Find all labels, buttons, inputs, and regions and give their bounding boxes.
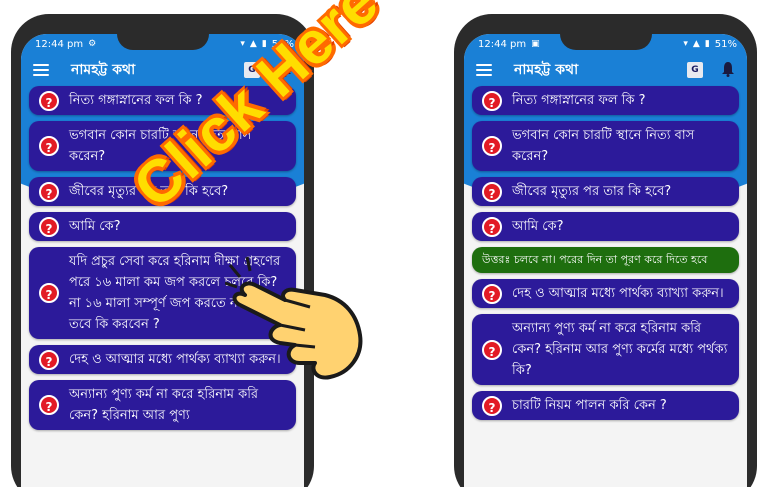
app-title: নামহট্ট কথা bbox=[514, 62, 579, 78]
question-card[interactable]: ? দেহ ও আত্মার মধ্যে পার্থক্য ব্যাখ্যা ক… bbox=[472, 279, 739, 308]
pointing-hand-icon bbox=[225, 256, 363, 380]
right-screen: 12:44 pm ▣ ▾ ▲ ▮ 51% নামহট্ট কথা G ? নিত্… bbox=[464, 34, 747, 487]
answer-text: উত্তরঃ চলবে না। পরের দিন তা পূরণ করে দিত… bbox=[482, 253, 708, 266]
question-card[interactable]: ? নিত্য গঙ্গাস্নানের ফল কি ? bbox=[472, 86, 739, 115]
question-text: আমি কে? bbox=[512, 219, 564, 234]
question-card[interactable]: ? চারটি নিয়ম পালন করি কেন ? bbox=[472, 391, 739, 420]
question-text: জীবের মৃত্যুর পর তার কি হবে? bbox=[512, 184, 672, 199]
camera-notch bbox=[559, 28, 652, 50]
battery-level: 51% bbox=[714, 38, 737, 50]
wifi-icon: ▾ bbox=[683, 39, 688, 49]
translate-icon[interactable]: G bbox=[687, 62, 703, 78]
question-list: ? নিত্য গঙ্গাস্নানের ফল কি ? ? ভগবান কোন চ… bbox=[464, 86, 747, 426]
question-text: অন্যান্য পুণ্য কর্ম না করে হরিনাম করি কে… bbox=[69, 387, 259, 423]
question-text: অন্যান্য পুণ্য কর্ম না করে হরিনাম করি কে… bbox=[512, 321, 728, 378]
menu-icon[interactable] bbox=[33, 64, 49, 76]
question-icon: ? bbox=[39, 181, 59, 202]
question-icon: ? bbox=[39, 395, 59, 415]
answer-card[interactable]: উত্তরঃ চলবে না। পরের দিন তা পূরণ করে দিত… bbox=[472, 247, 739, 273]
question-card[interactable]: ? ভগবান কোন চারটি স্থানে নিত্য বাস করেন? bbox=[472, 121, 739, 171]
question-icon: ? bbox=[482, 181, 502, 202]
question-icon: ? bbox=[482, 136, 502, 156]
question-icon: ? bbox=[482, 395, 502, 416]
question-text: আমি কে? bbox=[69, 219, 121, 234]
signal-icon: ▲ bbox=[692, 39, 700, 49]
question-text: নিত্য গঙ্গাস্নানের ফল কি ? bbox=[69, 93, 203, 108]
app-bar: নামহট্ট কথা G bbox=[464, 54, 747, 86]
app-title: নামহট্ট কথা bbox=[71, 62, 136, 78]
question-card[interactable]: ? আমি কে? bbox=[472, 212, 739, 241]
question-card[interactable]: ? অন্যান্য পুণ্য কর্ম না করে হরিনাম করি ক… bbox=[472, 314, 739, 385]
question-text: চারটি নিয়ম পালন করি কেন ? bbox=[512, 398, 667, 413]
question-text: দেহ ও আত্মার মধ্যে পার্থক্য ব্যাখ্যা করু… bbox=[512, 286, 724, 301]
status-app-icon: ⚙ bbox=[88, 39, 97, 49]
question-icon: ? bbox=[39, 216, 59, 237]
question-icon: ? bbox=[482, 216, 502, 237]
question-text: নিত্য গঙ্গাস্নানের ফল কি ? bbox=[512, 93, 646, 108]
camera-notch bbox=[116, 28, 209, 50]
question-icon: ? bbox=[39, 136, 59, 156]
question-card[interactable]: ? অন্যান্য পুণ্য কর্ম না করে হরিনাম করি ক… bbox=[29, 380, 296, 430]
wifi-icon: ▾ bbox=[240, 39, 245, 49]
question-card[interactable]: ? জীবের মৃত্যুর পর তার কি হবে? bbox=[472, 177, 739, 206]
question-text: ভগবান কোন চারটি স্থানে নিত্য বাস করেন? bbox=[512, 128, 695, 164]
battery-icon: ▮ bbox=[704, 39, 710, 49]
status-time: 12:44 pm bbox=[478, 38, 527, 50]
question-icon: ? bbox=[482, 283, 502, 304]
menu-icon[interactable] bbox=[476, 64, 492, 76]
question-icon: ? bbox=[482, 339, 502, 360]
status-time: 12:44 pm bbox=[35, 38, 84, 50]
status-image-icon: ▣ bbox=[531, 39, 540, 49]
question-icon: ? bbox=[39, 349, 59, 370]
question-icon: ? bbox=[39, 90, 59, 111]
question-icon: ? bbox=[39, 283, 59, 303]
question-icon: ? bbox=[482, 90, 502, 111]
right-phone-frame: 12:44 pm ▣ ▾ ▲ ▮ 51% নামহট্ট কথা G ? নিত্… bbox=[454, 14, 757, 487]
bell-icon[interactable] bbox=[721, 61, 735, 77]
